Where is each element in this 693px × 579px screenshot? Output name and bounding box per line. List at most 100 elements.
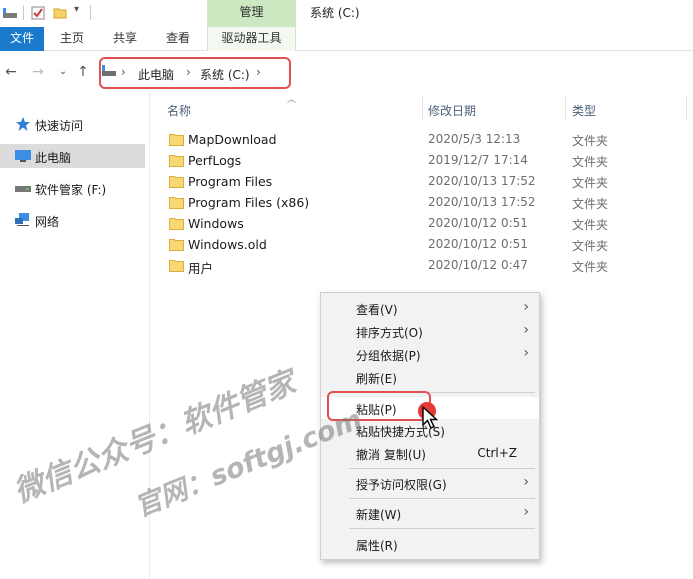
file-date: 2020/10/12 0:47 <box>428 258 528 272</box>
table-row[interactable]: Program Files (x86) 2020/10/13 17:52 文件夹 <box>165 192 665 213</box>
sidebar-item-label: 此电脑 <box>35 151 72 165</box>
table-row[interactable]: 用户 2020/10/12 0:47 文件夹 <box>165 255 665 276</box>
forward-icon[interactable]: → <box>30 64 46 80</box>
properties-check-icon[interactable] <box>31 6 45 20</box>
file-date: 2020/10/12 0:51 <box>428 237 528 251</box>
menu-item-view[interactable]: 查看(V) › <box>321 297 539 319</box>
menu-item-refresh[interactable]: 刷新(E) <box>321 366 539 388</box>
menu-item-label: 授予访问权限(G) <box>356 478 447 492</box>
tab-home[interactable]: 主页 <box>60 27 84 51</box>
sidebar-item-label: 快速访问 <box>35 119 84 133</box>
chevron-right-icon: › <box>523 474 529 490</box>
drive-small-icon <box>3 8 17 18</box>
menu-item-label: 分组依据(P) <box>356 349 421 363</box>
file-date: 2020/10/13 17:52 <box>428 195 536 209</box>
file-name: PerfLogs <box>188 153 242 168</box>
tab-drive-tools[interactable]: 驱动器工具 <box>207 27 296 51</box>
file-date: 2020/10/13 17:52 <box>428 174 536 188</box>
folder-icon <box>169 197 184 209</box>
file-name: Program Files (x86) <box>188 195 310 210</box>
address-bar[interactable] <box>99 57 291 89</box>
menu-item-properties[interactable]: 属性(R) <box>321 533 539 555</box>
menu-item-label: 新建(W) <box>356 508 402 522</box>
star-icon <box>16 117 30 131</box>
file-name: MapDownload <box>188 132 277 147</box>
file-name: Program Files <box>188 174 273 189</box>
column-header-name[interactable]: 名称 <box>167 102 191 119</box>
column-header-date[interactable]: 修改日期 <box>428 102 476 119</box>
drive-icon <box>15 186 31 192</box>
breadcrumb-system-c[interactable]: 系统 (C:) <box>200 66 250 83</box>
table-row[interactable]: Windows.old 2020/10/12 0:51 文件夹 <box>165 234 665 255</box>
table-row[interactable]: PerfLogs 2019/12/7 17:14 文件夹 <box>165 150 665 171</box>
sidebar-item-this-pc[interactable]: 此电脑 <box>0 144 145 168</box>
file-type: 文件夹 <box>572 197 609 211</box>
sidebar-item-drive-f[interactable]: 软件管家 (F:) <box>0 176 145 200</box>
back-icon[interactable]: ← <box>3 64 19 80</box>
sidebar-item-network[interactable]: 网络 <box>0 208 145 232</box>
file-type: 文件夹 <box>572 260 609 274</box>
menu-item-new[interactable]: 新建(W) › <box>321 502 539 524</box>
customize-quick-access-icon[interactable]: ▾ <box>74 4 79 15</box>
folder-icon <box>169 260 184 272</box>
menu-separator <box>349 468 535 469</box>
mouse-pointer-icon <box>422 406 439 429</box>
table-row[interactable]: Windows 2020/10/12 0:51 文件夹 <box>165 213 665 234</box>
file-name: 用户 <box>188 261 214 276</box>
file-date: 2019/12/7 17:14 <box>428 153 528 167</box>
table-row[interactable]: MapDownload 2020/5/3 12:13 文件夹 <box>165 129 665 150</box>
file-date: 2020/5/3 12:13 <box>428 132 521 146</box>
new-folder-icon[interactable] <box>53 6 67 20</box>
column-divider[interactable] <box>565 96 566 120</box>
breadcrumb-chevron-icon[interactable]: › <box>256 65 261 79</box>
menu-item-group[interactable]: 分组依据(P) › <box>321 343 539 365</box>
folder-icon <box>169 239 184 251</box>
table-row[interactable]: Program Files 2020/10/13 17:52 文件夹 <box>165 171 665 192</box>
menu-item-grant-access[interactable]: 授予访问权限(G) › <box>321 472 539 494</box>
file-type: 文件夹 <box>572 218 609 232</box>
file-type: 文件夹 <box>572 176 609 190</box>
tab-file[interactable]: 文件 <box>0 27 44 51</box>
sidebar-item-quick-access[interactable]: 快速访问 <box>0 112 145 136</box>
computer-icon <box>15 150 31 162</box>
menu-item-shortcut: Ctrl+Z <box>477 446 517 460</box>
breadcrumb-this-pc[interactable]: 此电脑 <box>138 66 174 83</box>
menu-item-label: 刷新(E) <box>356 372 397 386</box>
folder-icon <box>169 176 184 188</box>
sort-ascending-icon: ︿ <box>287 95 297 105</box>
up-icon[interactable]: ↑ <box>75 64 91 80</box>
breadcrumb-chevron-icon[interactable]: › <box>186 65 191 79</box>
title-bar: ▾ 管理 系统 (C:) <box>0 0 693 27</box>
ribbon-tabs: 文件 主页 共享 查看 驱动器工具 <box>0 27 693 51</box>
menu-item-label: 排序方式(O) <box>356 326 423 340</box>
menu-item-label: 撤消 复制(U) <box>356 448 426 462</box>
menu-item-label: 查看(V) <box>356 303 398 317</box>
file-type: 文件夹 <box>572 239 609 253</box>
chevron-right-icon: › <box>523 345 529 361</box>
column-divider[interactable] <box>686 96 687 120</box>
quick-access-separator <box>23 5 24 20</box>
sidebar-item-label: 软件管家 (F:) <box>35 183 107 197</box>
recent-locations-icon[interactable]: ⌄ <box>55 64 71 80</box>
column-divider[interactable] <box>422 96 423 120</box>
tab-manage[interactable]: 管理 <box>207 0 296 27</box>
file-type: 文件夹 <box>572 134 609 148</box>
breadcrumb-chevron-icon[interactable]: › <box>121 65 126 79</box>
chevron-right-icon: › <box>523 322 529 338</box>
menu-item-sort[interactable]: 排序方式(O) › <box>321 320 539 342</box>
file-type: 文件夹 <box>572 155 609 169</box>
window-title: 系统 (C:) <box>310 6 360 20</box>
quick-access-separator-2 <box>90 5 91 20</box>
file-date: 2020/10/12 0:51 <box>428 216 528 230</box>
tab-share[interactable]: 共享 <box>113 27 137 51</box>
menu-item-undo-copy[interactable]: 撤消 复制(U) Ctrl+Z <box>321 442 539 464</box>
folder-icon <box>169 155 184 167</box>
sidebar-item-label: 网络 <box>35 215 60 229</box>
menu-item-label: 属性(R) <box>356 539 398 553</box>
menu-separator <box>349 498 535 499</box>
file-name: Windows <box>188 216 244 231</box>
tab-view[interactable]: 查看 <box>166 27 190 51</box>
chevron-right-icon: › <box>523 504 529 520</box>
file-name: Windows.old <box>188 237 267 252</box>
column-header-type[interactable]: 类型 <box>572 102 596 119</box>
